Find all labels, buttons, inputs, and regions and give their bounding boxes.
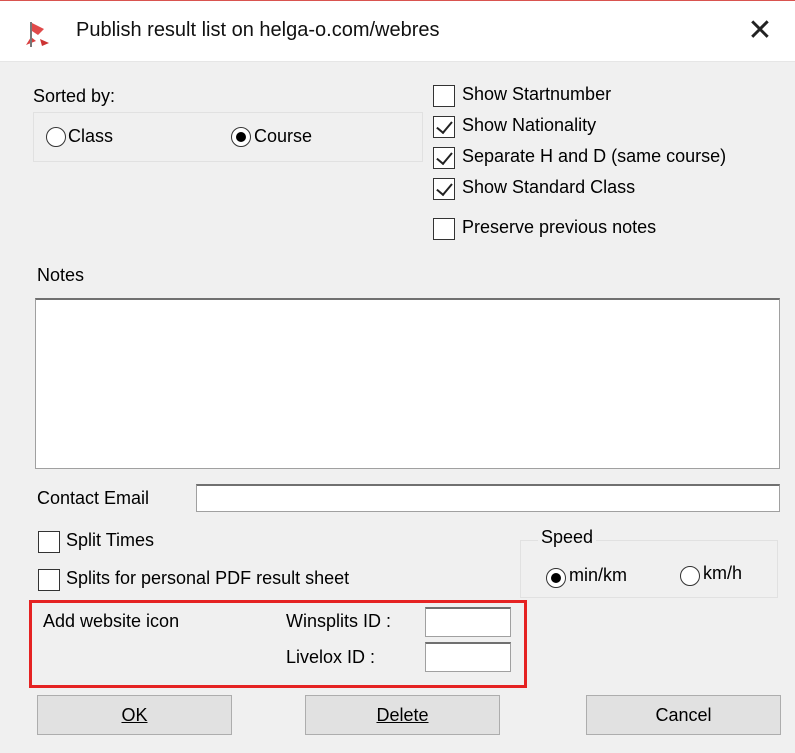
radio-min-km-label[interactable]: min/km [569, 565, 627, 586]
add-website-icon-label: Add website icon [43, 611, 180, 631]
cancel-button-label: Cancel [655, 705, 712, 725]
speed-label: Speed [538, 527, 597, 548]
checkbox-pdf-splits-label[interactable]: Splits for personal PDF result sheet [66, 568, 349, 589]
checkbox-split-times-label[interactable]: Split Times [66, 530, 154, 551]
delete-button-label: Delete [376, 705, 429, 725]
radio-dot [551, 573, 561, 583]
checkbox-show-standard-class-label[interactable]: Show Standard Class [462, 177, 635, 198]
cancel-button[interactable]: Cancel [586, 695, 781, 735]
checkbox-pdf-splits[interactable] [38, 569, 60, 591]
winsplits-id-label: Winsplits ID : [286, 611, 392, 631]
radio-class-label[interactable]: Class [68, 126, 113, 147]
checkbox-show-nationality[interactable] [433, 116, 455, 138]
radio-course-label[interactable]: Course [254, 126, 312, 147]
sorted-by-label: Sorted by: [33, 86, 116, 106]
ok-button[interactable]: OK [37, 695, 232, 735]
checkbox-preserve-notes[interactable] [433, 218, 455, 240]
checkbox-split-times[interactable] [38, 531, 60, 553]
window-title: Publish result list on helga-o.com/webre… [76, 19, 440, 41]
contact-email-field[interactable] [196, 484, 780, 512]
radio-dot [236, 132, 246, 142]
livelox-id-field[interactable] [425, 642, 511, 672]
radio-km-h-label[interactable]: km/h [703, 563, 742, 584]
radio-class[interactable] [46, 127, 66, 147]
ok-button-label: OK [121, 705, 148, 725]
contact-email-label: Contact Email [37, 488, 150, 508]
delete-button[interactable]: Delete [305, 695, 500, 735]
flag-arrow-app-icon [26, 22, 49, 47]
winsplits-id-field[interactable] [425, 607, 511, 637]
radio-km-h[interactable] [680, 566, 700, 586]
notes-label: Notes [37, 265, 85, 285]
checkbox-show-startnumber[interactable] [433, 85, 455, 107]
radio-min-km[interactable] [546, 568, 566, 588]
title-bar: Publish result list on helga-o.com/webre… [0, 0, 795, 62]
checkbox-preserve-notes-label[interactable]: Preserve previous notes [462, 217, 656, 238]
checkbox-separate-h-d[interactable] [433, 147, 455, 169]
checkbox-show-standard-class[interactable] [433, 178, 455, 200]
checkbox-separate-h-d-label[interactable]: Separate H and D (same course) [462, 146, 726, 167]
notes-textarea[interactable] [35, 298, 780, 469]
checkbox-show-startnumber-label[interactable]: Show Startnumber [462, 84, 611, 105]
livelox-id-label: Livelox ID : [286, 647, 376, 667]
radio-course[interactable] [231, 127, 251, 147]
close-icon[interactable]: ✕ [740, 11, 780, 51]
checkbox-show-nationality-label[interactable]: Show Nationality [462, 115, 596, 136]
